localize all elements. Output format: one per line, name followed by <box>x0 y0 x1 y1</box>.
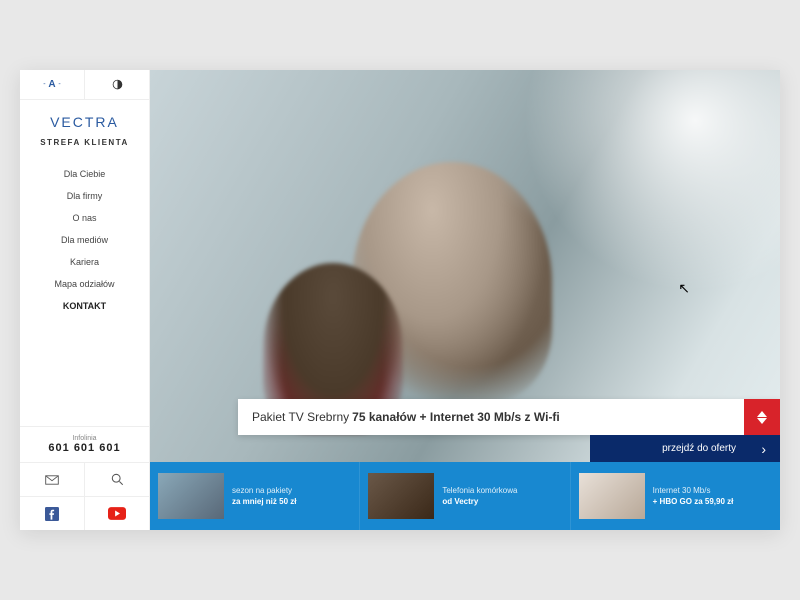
mail-icon <box>45 475 59 485</box>
promo-tiles: sezon na pakiety za mniej niż 50 zł Tele… <box>150 462 780 530</box>
offer-text: Pakiet TV Srebrny 75 kanałów + Internet … <box>238 399 744 435</box>
nav-item-dla-ciebie[interactable]: Dla Ciebie <box>20 163 149 185</box>
offer-cta-label: przejdź do oferty <box>662 443 736 454</box>
font-size-control[interactable]: - A - <box>20 70 85 99</box>
promo-tile-2[interactable]: Telefonia komórkowa od Vectry <box>360 462 570 530</box>
helpline-box: Infolinia 601 601 601 <box>20 426 149 462</box>
promo-3-line1: Internet 30 Mb/s <box>653 485 734 496</box>
offer-details: 75 kanałów + Internet 30 Mb/s z Wi-fi <box>352 410 560 424</box>
promo-2-line1: Telefonia komórkowa <box>442 485 517 496</box>
promo-3-line2: + HBO GO za 59,90 zł <box>653 496 734 507</box>
promo-text-1: sezon na pakiety za mniej niż 50 zł <box>232 485 296 507</box>
offer-bar: Pakiet TV Srebrny 75 kanałów + Internet … <box>238 399 780 435</box>
promo-thumb-1 <box>158 473 224 519</box>
social-row <box>20 496 149 530</box>
sidebar: - A - VECTRA STREFA KLIENTA Dla Ciebie D… <box>20 70 150 530</box>
contrast-toggle[interactable] <box>85 70 149 99</box>
search-icon <box>111 473 124 486</box>
youtube-icon <box>108 507 126 520</box>
promo-thumb-3 <box>579 473 645 519</box>
mail-button[interactable] <box>20 463 85 496</box>
nav-item-kariera[interactable]: Kariera <box>20 251 149 273</box>
promo-tile-3[interactable]: Internet 30 Mb/s + HBO GO za 59,90 zł <box>571 462 780 530</box>
sidebar-subheading: STREFA KLIENTA <box>20 138 149 147</box>
promo-2-line2: od Vectry <box>442 496 517 507</box>
facebook-icon <box>45 507 59 521</box>
nav-item-o-nas[interactable]: O nas <box>20 207 149 229</box>
page-root: - A - VECTRA STREFA KLIENTA Dla Ciebie D… <box>20 70 780 530</box>
utility-row-1 <box>20 462 149 496</box>
nav-item-dla-firmy[interactable]: Dla firmy <box>20 185 149 207</box>
helpline-number[interactable]: 601 601 601 <box>20 442 149 454</box>
main-nav: Dla Ciebie Dla firmy O nas Dla mediów Ka… <box>20 163 149 426</box>
youtube-link[interactable] <box>85 497 149 530</box>
helpline-label: Infolinia <box>20 435 149 442</box>
hero-area: ↖ Pakiet TV Srebrny 75 kanałów + Interne… <box>150 70 780 530</box>
facebook-link[interactable] <box>20 497 85 530</box>
offer-prefix: Pakiet TV Srebrny <box>252 410 349 424</box>
promo-thumb-2 <box>368 473 434 519</box>
chevron-down-icon <box>757 418 767 424</box>
chevron-up-icon <box>757 411 767 417</box>
promo-1-line1: sezon na pakiety <box>232 485 296 496</box>
promo-1-line2: za mniej niż 50 zł <box>232 496 296 507</box>
promo-text-2: Telefonia komórkowa od Vectry <box>442 485 517 507</box>
contrast-icon <box>112 79 123 90</box>
offer-cta-button[interactable]: przejdź do oferty <box>590 435 780 462</box>
nav-item-mapa-odzialow[interactable]: Mapa odziałów <box>20 273 149 295</box>
mouse-cursor: ↖ <box>678 280 690 297</box>
nav-item-dla-mediow[interactable]: Dla mediów <box>20 229 149 251</box>
brand-logo[interactable]: VECTRA <box>20 100 149 138</box>
offer-updown-control[interactable] <box>744 399 780 435</box>
promo-tile-1[interactable]: sezon na pakiety za mniej niż 50 zł <box>150 462 360 530</box>
accessibility-bar: - A - <box>20 70 149 100</box>
promo-text-3: Internet 30 Mb/s + HBO GO za 59,90 zł <box>653 485 734 507</box>
search-button[interactable] <box>85 463 149 496</box>
nav-item-kontakt[interactable]: KONTAKT <box>20 295 149 317</box>
